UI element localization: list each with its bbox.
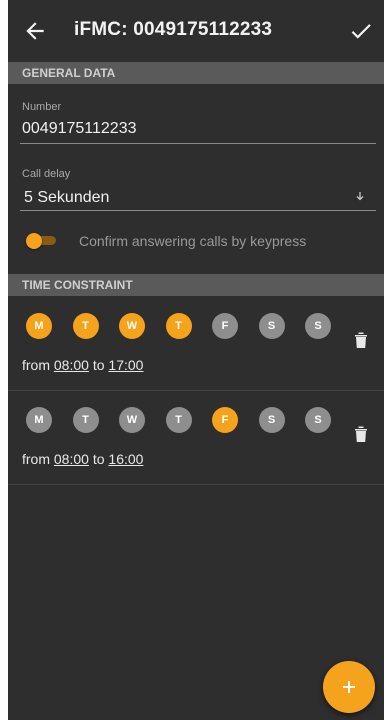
day-toggle-tue[interactable]: T [72, 313, 99, 339]
arrow-left-icon [26, 22, 44, 40]
number-label: Number [22, 101, 62, 113]
to-word: to [92, 451, 105, 467]
page-title: iFMC: 0049175112233 [74, 19, 273, 40]
day-toggle-sun[interactable]: S [305, 407, 331, 433]
day-toggle-sat[interactable]: S [258, 407, 285, 433]
add-constraint-button[interactable] [323, 661, 375, 713]
chevron-down-icon[interactable] [354, 190, 366, 205]
day-toggle-wed[interactable]: W [119, 313, 145, 339]
back-button[interactable] [22, 18, 48, 44]
call-delay-underline [20, 210, 376, 211]
to-time-link[interactable]: 17:00 [108, 357, 143, 373]
day-toggle-sun[interactable]: S [305, 313, 331, 339]
time-range: from 08:00 to 16:00 [22, 451, 143, 467]
trash-icon[interactable] [354, 331, 368, 349]
day-toggle-mon[interactable]: M [26, 407, 52, 433]
to-word: to [92, 357, 105, 373]
weekday-selector: M T W T F S S [26, 407, 352, 433]
time-constraint-row: M T W T F S S from 08:00 to 17:00 [8, 296, 384, 391]
weekday-selector: M T W T F S S [26, 313, 352, 339]
from-word: from [22, 357, 50, 373]
trash-icon[interactable] [354, 425, 368, 443]
to-time-link[interactable]: 16:00 [108, 451, 143, 467]
app-bar: iFMC: 0049175112233 [8, 0, 384, 62]
number-underline [20, 143, 376, 144]
from-time-link[interactable]: 08:00 [54, 451, 89, 467]
day-toggle-thu[interactable]: T [165, 313, 192, 339]
plus-icon [343, 681, 355, 693]
toggle-thumb [26, 233, 42, 249]
day-toggle-fri[interactable]: F [212, 407, 238, 433]
phone-screen: iFMC: 0049175112233 GENERAL DATA Number … [8, 0, 384, 720]
check-icon [351, 24, 371, 39]
save-button[interactable] [348, 18, 374, 44]
number-field[interactable]: 0049175112233 [22, 120, 137, 138]
time-constraint-row: M T W T F S S from 08:00 to 16:00 [8, 391, 384, 485]
day-toggle-fri[interactable]: F [212, 313, 238, 339]
confirm-keypress-toggle[interactable] [26, 233, 56, 249]
call-delay-select[interactable]: 5 Sekunden [24, 189, 109, 207]
from-time-link[interactable]: 08:00 [54, 357, 89, 373]
day-toggle-sat[interactable]: S [258, 313, 285, 339]
from-word: from [22, 451, 50, 467]
time-range: from 08:00 to 17:00 [22, 357, 143, 373]
day-toggle-wed[interactable]: W [119, 407, 145, 433]
day-toggle-thu[interactable]: T [165, 407, 192, 433]
day-toggle-mon[interactable]: M [26, 313, 52, 339]
call-delay-label: Call delay [22, 168, 71, 180]
section-header-general: GENERAL DATA [8, 62, 384, 84]
confirm-keypress-label: Confirm answering calls by keypress [79, 233, 307, 249]
day-toggle-tue[interactable]: T [72, 407, 99, 433]
section-header-time-constraint: TIME CONSTRAINT [8, 274, 384, 296]
